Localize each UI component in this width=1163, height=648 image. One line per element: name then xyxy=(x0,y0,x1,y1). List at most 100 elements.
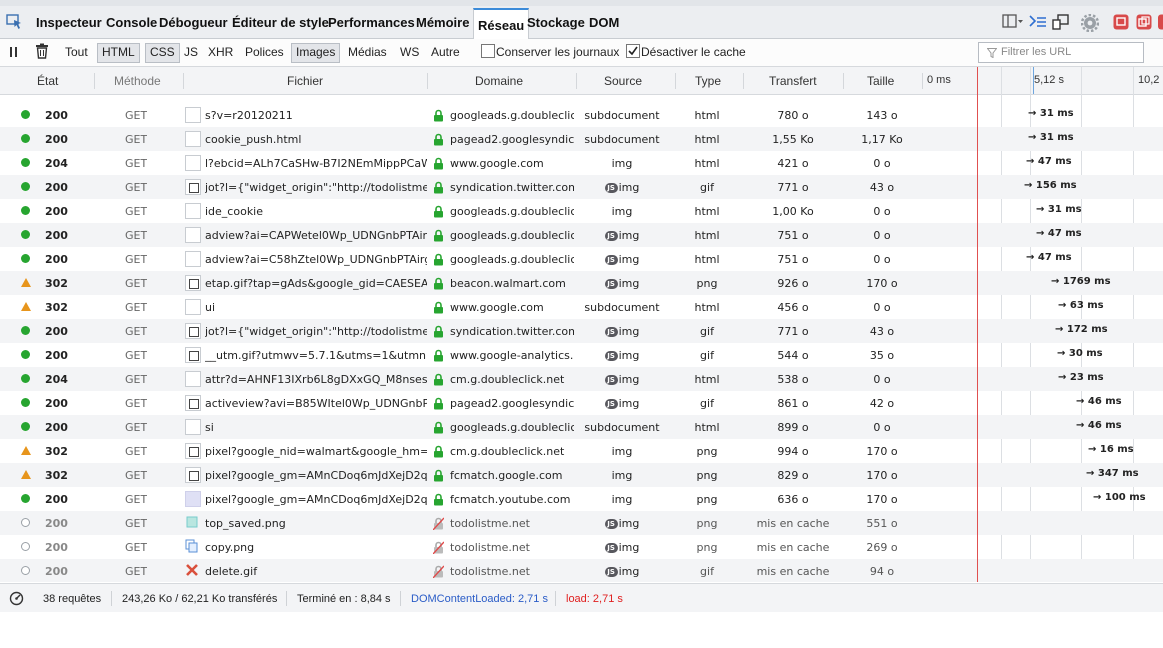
request-domain: cm.g.doubleclick.net xyxy=(450,445,565,458)
request-row[interactable]: 200 GET pixel?google_gm=AMnCDoq6mJdXejD2qM… xyxy=(0,487,1163,511)
request-file: adview?ai=C58hZtel0Wp_UDNGnbPTAirgF4... xyxy=(205,253,427,266)
element-picker-icon[interactable] xyxy=(6,14,24,30)
request-row[interactable]: 200 GET ide_cookie googleads.g.doubleclic..… xyxy=(0,199,1163,223)
persist-logs-label[interactable]: Conserver les journaux xyxy=(492,43,623,61)
request-row[interactable]: 200 GET top_saved.png todolistme.net JS img pn… xyxy=(0,511,1163,535)
filter-all[interactable]: Tout xyxy=(61,43,92,61)
js-badge-icon: JS xyxy=(604,255,618,265)
request-size: 43 o xyxy=(869,325,895,338)
thumbnail-frame xyxy=(189,183,199,193)
request-row[interactable]: 200 GET __utm.gif?utmwv=5.7.1&utms=1&utmn=… xyxy=(0,343,1163,367)
filter-js[interactable]: JS xyxy=(180,43,202,61)
tab-performance[interactable]: Performances xyxy=(328,15,415,30)
column-cause[interactable]: Source xyxy=(604,74,642,88)
column-status[interactable]: État xyxy=(37,74,58,88)
request-method: GET xyxy=(125,541,148,554)
status-success-icon xyxy=(21,206,30,215)
disable-cache-label[interactable]: Désactiver le cache xyxy=(637,43,750,61)
column-divider xyxy=(843,73,844,89)
filter-fonts[interactable]: Polices xyxy=(241,43,288,61)
request-transferred: mis en cache xyxy=(756,541,830,554)
request-type: gif xyxy=(700,181,714,194)
responsive-design-icon[interactable] xyxy=(1052,14,1070,30)
filter-ws[interactable]: WS xyxy=(396,43,423,61)
request-row[interactable]: 302 GET pixel?google_nid=walmart&google_hm… xyxy=(0,439,1163,463)
thumbnail-frame xyxy=(189,471,199,481)
column-file[interactable]: Fichier xyxy=(287,74,323,88)
tab-debugger[interactable]: Débogueur xyxy=(159,15,228,30)
request-row[interactable]: 200 GET jot?l={"widget_origin":"http://tod… xyxy=(0,319,1163,343)
column-divider xyxy=(743,73,744,89)
column-size[interactable]: Taille xyxy=(867,74,894,88)
column-domain[interactable]: Domaine xyxy=(475,74,523,88)
dock-options-icon[interactable] xyxy=(1002,14,1024,30)
request-row[interactable]: 204 GET attr?d=AHNF13IXrb6L8gDXxGQ_M8nsesh… xyxy=(0,367,1163,391)
request-domain: fcmatch.google.com xyxy=(450,469,563,482)
js-badge-icon: JS xyxy=(604,543,618,553)
request-row[interactable]: 302 GET pixel?google_gm=AMnCDoq6mJdXejD2qM… xyxy=(0,463,1163,487)
tab-dom[interactable]: DOM xyxy=(589,15,619,30)
request-row[interactable]: 200 GET si googleads.g.doubleclic... subdocu… xyxy=(0,415,1163,439)
request-transferred: 829 o xyxy=(777,469,809,482)
request-size: 43 o xyxy=(869,181,895,194)
request-row[interactable]: 200 GET delete.gif todolistme.net JS img gif mi… xyxy=(0,559,1163,582)
request-transferred: 861 o xyxy=(777,397,809,410)
image-thumbnail-icon xyxy=(185,347,201,363)
settings-gear-icon[interactable] xyxy=(1081,14,1099,32)
request-cause: JS img xyxy=(580,541,664,554)
request-row[interactable]: 200 GET cookie_push.html pagead2.googlesynd… xyxy=(0,127,1163,151)
column-type[interactable]: Type xyxy=(695,74,721,88)
request-cause: subdocument xyxy=(580,133,664,146)
split-console-icon[interactable] xyxy=(1029,14,1047,30)
dock-side-icon[interactable] xyxy=(1136,14,1152,30)
request-cause-text: img xyxy=(611,157,633,170)
request-row[interactable]: 200 GET s?v=r20120211 googleads.g.doublecli… xyxy=(0,103,1163,127)
request-status: 200 xyxy=(45,397,68,410)
tab-memory[interactable]: Mémoire xyxy=(416,15,469,30)
tab-inspector[interactable]: Inspecteur xyxy=(36,15,102,30)
column-divider xyxy=(576,73,577,89)
request-row[interactable]: 200 GET adview?ai=C58hZtel0Wp_UDNGnbPTAir g… xyxy=(0,247,1163,271)
tab-console[interactable]: Console xyxy=(106,15,157,30)
load-event-marker xyxy=(977,67,978,582)
status-cached-icon xyxy=(21,542,30,551)
request-row[interactable]: 200 GET activeview?avi=B85WItel0Wp_UDNGnbP… xyxy=(0,391,1163,415)
request-file: pixel?google_nid=walmart&google_hm=eids.… xyxy=(205,445,427,458)
filter-images[interactable]: Images xyxy=(291,43,341,63)
tab-style-editor[interactable]: Éditeur de style xyxy=(232,15,329,30)
request-row[interactable]: 200 GET copy.png todolistme.net JS img png mis … xyxy=(0,535,1163,559)
request-row[interactable]: 200 GET jot?l={"widget_origin":"http://tod… xyxy=(0,175,1163,199)
request-transferred: 636 o xyxy=(777,493,809,506)
undock-window-icon[interactable] xyxy=(1113,14,1129,30)
request-transferred: 994 o xyxy=(777,445,809,458)
thumbnail-frame xyxy=(189,351,199,361)
request-row[interactable]: 200 GET adview?ai=CAPWetel0Wp_UDNGnbPTAirg… xyxy=(0,223,1163,247)
request-row[interactable]: 302 GET ui www.google.com subdocument html 456… xyxy=(0,295,1163,319)
filter-xhr[interactable]: XHR xyxy=(204,43,237,61)
request-transferred: 751 o xyxy=(777,253,809,266)
request-domain: googleads.g.doubleclic... xyxy=(450,109,574,122)
column-method[interactable]: Méthode xyxy=(114,74,161,88)
request-file: delete.gif xyxy=(205,565,258,578)
clear-trash-icon[interactable] xyxy=(35,43,49,59)
filter-other[interactable]: Autre xyxy=(427,43,464,61)
tab-network[interactable]: Réseau xyxy=(473,8,530,40)
tab-storage[interactable]: Stockage xyxy=(527,15,585,30)
column-transferred[interactable]: Transfert xyxy=(769,74,817,88)
request-domain: pagead2.googlesyndic... xyxy=(450,133,574,146)
request-type: html xyxy=(694,205,720,218)
request-cause: img xyxy=(580,205,664,218)
filter-css[interactable]: CSS xyxy=(145,43,180,63)
pause-icon[interactable] xyxy=(9,45,19,59)
request-cause-text: img xyxy=(611,445,633,458)
request-cause-text: img xyxy=(618,325,640,338)
request-row[interactable]: 302 GET etap.gif?tap=gAds&google_gid=CAESE… xyxy=(0,271,1163,295)
request-row[interactable]: 204 GET l?ebcid=ALh7CaSHw-B7I2NEmMippPCaW7… xyxy=(0,151,1163,175)
thumbnail-frame xyxy=(189,399,199,409)
filter-media[interactable]: Médias xyxy=(344,43,391,61)
request-transferred: 926 o xyxy=(777,277,809,290)
performance-analysis-icon[interactable] xyxy=(9,591,24,606)
filter-html[interactable]: HTML xyxy=(97,43,140,63)
url-filter-input[interactable]: Filtrer les URL xyxy=(978,42,1144,63)
close-devtools-icon[interactable] xyxy=(1158,14,1163,30)
